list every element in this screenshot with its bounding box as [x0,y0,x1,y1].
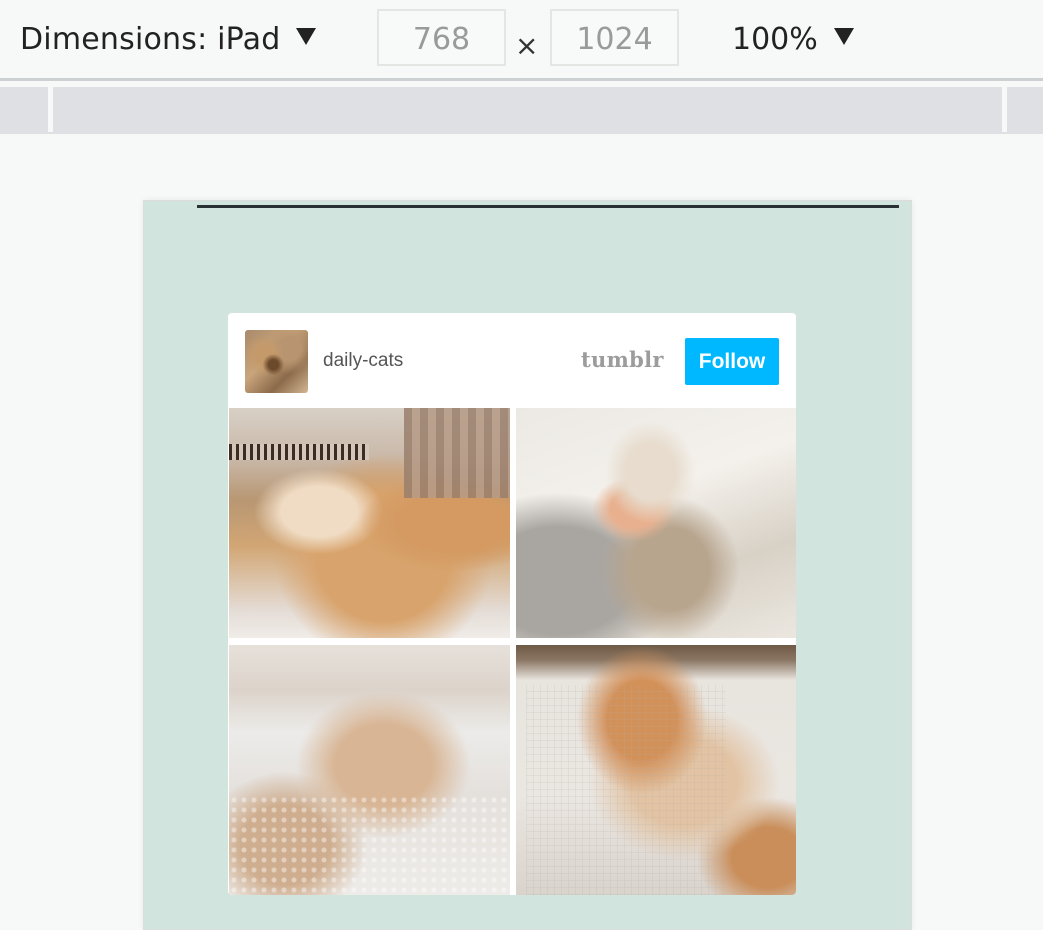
device-selector-label: Dimensions: iPad [20,21,281,57]
zoom-selector[interactable]: 100% [732,0,854,78]
follow-button[interactable]: Follow [685,338,779,385]
caret-down-icon [296,27,317,45]
photo-detail [404,408,510,498]
tumblr-logo[interactable]: tumblr [581,347,664,372]
post-photo[interactable] [229,408,510,638]
post-header: daily-cats tumblr Follow [228,313,796,408]
caret-down-icon [833,27,854,45]
post-photo[interactable] [516,408,796,638]
photo-detail [229,795,510,895]
media-query-divider [48,87,53,132]
device-viewport: daily-cats tumblr Follow [143,200,912,930]
page-top-rule [197,205,899,208]
tumblr-post-embed: daily-cats tumblr Follow [228,313,796,895]
post-photo[interactable] [516,645,796,895]
blog-avatar[interactable] [245,330,308,393]
device-toolbar: Dimensions: iPad 768 × 1024 100% [0,0,1043,81]
photo-detail [526,685,726,895]
device-selector[interactable]: Dimensions: iPad [20,0,317,78]
height-input[interactable]: 1024 [550,9,679,66]
width-input[interactable]: 768 [377,9,506,66]
post-photo[interactable] [229,645,510,895]
blog-name-link[interactable]: daily-cats [323,350,403,372]
photo-detail [229,444,369,460]
media-query-divider [1002,87,1007,132]
zoom-value: 100% [732,21,818,57]
times-icon: × [515,28,539,62]
media-query-bar[interactable] [0,87,1043,134]
